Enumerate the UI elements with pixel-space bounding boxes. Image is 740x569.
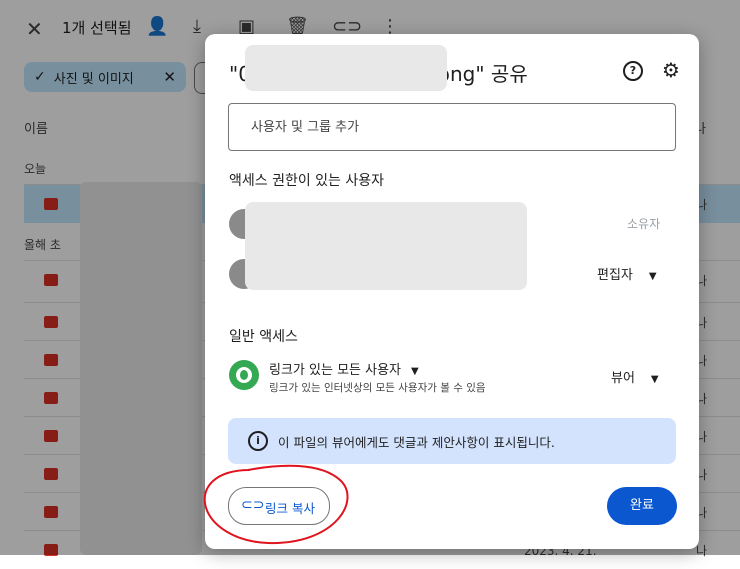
red-annotation-circle [203,464,349,545]
